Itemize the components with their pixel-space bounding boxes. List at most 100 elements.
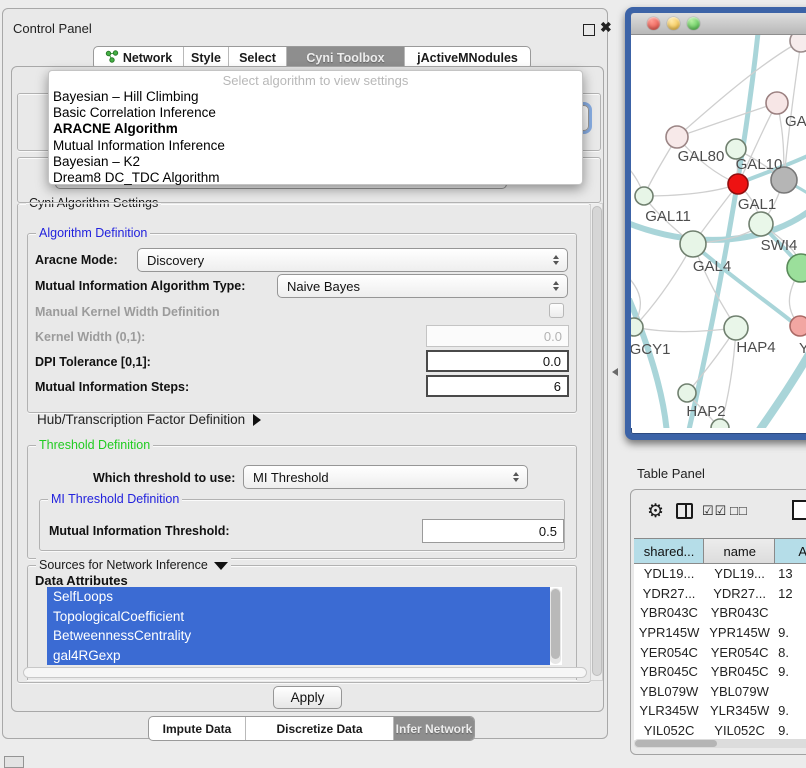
table-cell[interactable]: YDL19... bbox=[634, 564, 704, 584]
table-cell[interactable]: 9. bbox=[775, 662, 806, 682]
minimize-traffic-icon[interactable] bbox=[667, 17, 680, 30]
network-node[interactable] bbox=[631, 318, 643, 336]
table-row[interactable]: YLR345WYLR345W9. bbox=[634, 701, 806, 721]
network-edge[interactable] bbox=[634, 327, 736, 332]
network-node[interactable] bbox=[635, 187, 653, 205]
settings-hscrollbar[interactable] bbox=[23, 667, 587, 678]
network-edge[interactable] bbox=[677, 41, 801, 137]
table-cell[interactable] bbox=[775, 682, 806, 702]
close-traffic-icon[interactable] bbox=[647, 17, 660, 30]
table-cell[interactable]: YIL052C bbox=[704, 721, 775, 740]
column-browser-icon[interactable] bbox=[676, 503, 693, 519]
algorithm-option[interactable]: Dream8 DC_TDC Algorithm bbox=[49, 170, 582, 186]
close-icon[interactable]: ✖ bbox=[600, 19, 612, 36]
tab-discretize-data[interactable]: Discretize Data bbox=[246, 717, 394, 740]
network-node[interactable] bbox=[790, 316, 806, 336]
table-cell[interactable]: YBL079W bbox=[634, 682, 704, 702]
attributes-scrollbar-thumb[interactable] bbox=[551, 589, 560, 659]
network-node[interactable] bbox=[666, 126, 688, 148]
table-cell[interactable]: YDR27... bbox=[704, 584, 775, 604]
table-row[interactable]: YBL079WYBL079W bbox=[634, 682, 806, 702]
table-cell[interactable]: 8. bbox=[775, 642, 806, 662]
network-window-titlebar[interactable] bbox=[631, 13, 806, 35]
table-cell[interactable]: YBR045C bbox=[634, 662, 704, 682]
column-header-a[interactable]: A bbox=[775, 539, 806, 563]
network-edge[interactable] bbox=[634, 244, 693, 327]
table-cell[interactable]: YBR043C bbox=[704, 603, 775, 623]
table-cell[interactable]: YLR345W bbox=[704, 701, 775, 721]
dpi-tolerance-field[interactable]: 0.0 bbox=[426, 350, 569, 372]
network-edge[interactable] bbox=[644, 184, 738, 196]
table-cell[interactable]: 13 bbox=[775, 564, 806, 584]
attribute-list-item[interactable]: SelfLoops bbox=[47, 587, 550, 607]
float-window-icon[interactable] bbox=[583, 24, 595, 36]
mi-type-combo[interactable]: Naive Bayes bbox=[277, 274, 568, 298]
attribute-list-item[interactable]: TopologicalCoefficient bbox=[47, 607, 550, 627]
table-row[interactable]: YDL19...YDL19...13 bbox=[634, 564, 806, 584]
tab-impute-data[interactable]: Impute Data bbox=[149, 717, 246, 740]
table-row[interactable]: YIL052CYIL052C9. bbox=[634, 721, 806, 740]
which-threshold-combo[interactable]: MI Threshold bbox=[243, 465, 528, 489]
network-node[interactable] bbox=[678, 384, 696, 402]
table-cell[interactable]: YBL079W bbox=[704, 682, 775, 702]
gear-icon[interactable]: ⚙ bbox=[647, 500, 664, 523]
apply-button[interactable]: Apply bbox=[273, 686, 342, 709]
algorithm-option[interactable]: Basic Correlation Inference bbox=[49, 105, 582, 121]
table-row[interactable]: YBR045CYBR045C9. bbox=[634, 662, 806, 682]
bottom-left-button-fragment[interactable] bbox=[4, 756, 24, 768]
algorithm-option[interactable]: Bayesian – Hill Climbing bbox=[49, 89, 582, 105]
table-cell[interactable]: YBR043C bbox=[634, 603, 704, 623]
algorithm-option[interactable]: ARACNE Algorithm bbox=[49, 121, 582, 137]
manual-kernel-checkbox[interactable] bbox=[549, 303, 564, 318]
table-cell[interactable]: YPR145W bbox=[634, 623, 704, 643]
attribute-list-item[interactable]: gal4RGexp bbox=[47, 646, 550, 666]
mi-steps-field[interactable]: 6 bbox=[426, 375, 569, 397]
select-all-icon[interactable]: ☑☑ bbox=[702, 503, 727, 519]
column-header-shared[interactable]: shared... bbox=[634, 539, 704, 563]
algorithm-option[interactable]: Bayesian – K2 bbox=[49, 154, 582, 170]
sources-collapser[interactable]: Sources for Network Inference bbox=[36, 558, 231, 572]
algorithm-option[interactable]: Mutual Information Inference bbox=[49, 138, 582, 154]
control-panel-title: Control Panel bbox=[13, 21, 92, 36]
deselect-all-icon[interactable]: □□ bbox=[730, 503, 748, 518]
aracne-mode-combo[interactable]: Discovery bbox=[137, 248, 568, 272]
table-cell[interactable]: 9. bbox=[775, 721, 806, 740]
table-row[interactable]: YPR145WYPR145W9. bbox=[634, 623, 806, 643]
network-node[interactable] bbox=[680, 231, 706, 257]
table-cell[interactable]: YER054C bbox=[634, 642, 704, 662]
table-cell[interactable]: YDR27... bbox=[634, 584, 704, 604]
table-cell[interactable]: 9. bbox=[775, 701, 806, 721]
table-cell[interactable]: YLR345W bbox=[634, 701, 704, 721]
settings-vscrollbar-thumb[interactable] bbox=[592, 206, 602, 676]
network-node[interactable] bbox=[787, 254, 806, 282]
kernel-width-field[interactable]: 0.0 bbox=[426, 325, 569, 347]
table-cell[interactable]: 12 bbox=[775, 584, 806, 604]
network-node[interactable] bbox=[724, 316, 748, 340]
table-cell[interactable]: YBR045C bbox=[704, 662, 775, 682]
table-row[interactable]: YBR043CYBR043C bbox=[634, 603, 806, 623]
table-hscrollbar-thumb[interactable] bbox=[635, 740, 717, 747]
network-node[interactable] bbox=[728, 174, 748, 194]
table-row[interactable]: YDR27...YDR27...12 bbox=[634, 584, 806, 604]
table-cell[interactable]: 9. bbox=[775, 623, 806, 643]
new-table-icon[interactable] bbox=[792, 500, 806, 520]
attribute-list-item[interactable]: BetweennessCentrality bbox=[47, 626, 550, 646]
mi-threshold-field[interactable]: 0.5 bbox=[422, 519, 564, 543]
table-cell[interactable]: YER054C bbox=[704, 642, 775, 662]
hub-definition-expander[interactable]: Hub/Transcription Factor Definition bbox=[37, 412, 261, 427]
table-row[interactable]: YER054CYER054C8. bbox=[634, 642, 806, 662]
zoom-traffic-icon[interactable] bbox=[687, 17, 700, 30]
network-node[interactable] bbox=[766, 92, 788, 114]
network-edge[interactable] bbox=[757, 349, 806, 428]
table-cell[interactable]: YPR145W bbox=[704, 623, 775, 643]
tab-infer-network[interactable]: Infer Network bbox=[394, 717, 474, 740]
network-node[interactable] bbox=[749, 212, 773, 236]
column-header-name[interactable]: name bbox=[704, 539, 775, 563]
network-view-window[interactable]: GAL80GAL10GAL1GAL11GAL4SWI4GCY1HAP4HAP2G… bbox=[625, 7, 806, 440]
table-cell[interactable]: YIL052C bbox=[634, 721, 704, 740]
network-canvas[interactable]: GAL80GAL10GAL1GAL11GAL4SWI4GCY1HAP4HAP2G… bbox=[631, 35, 806, 428]
network-node[interactable] bbox=[790, 35, 806, 52]
table-cell[interactable] bbox=[775, 603, 806, 623]
splitter-collapse-icon[interactable] bbox=[612, 368, 618, 376]
table-cell[interactable]: YDL19... bbox=[704, 564, 775, 584]
